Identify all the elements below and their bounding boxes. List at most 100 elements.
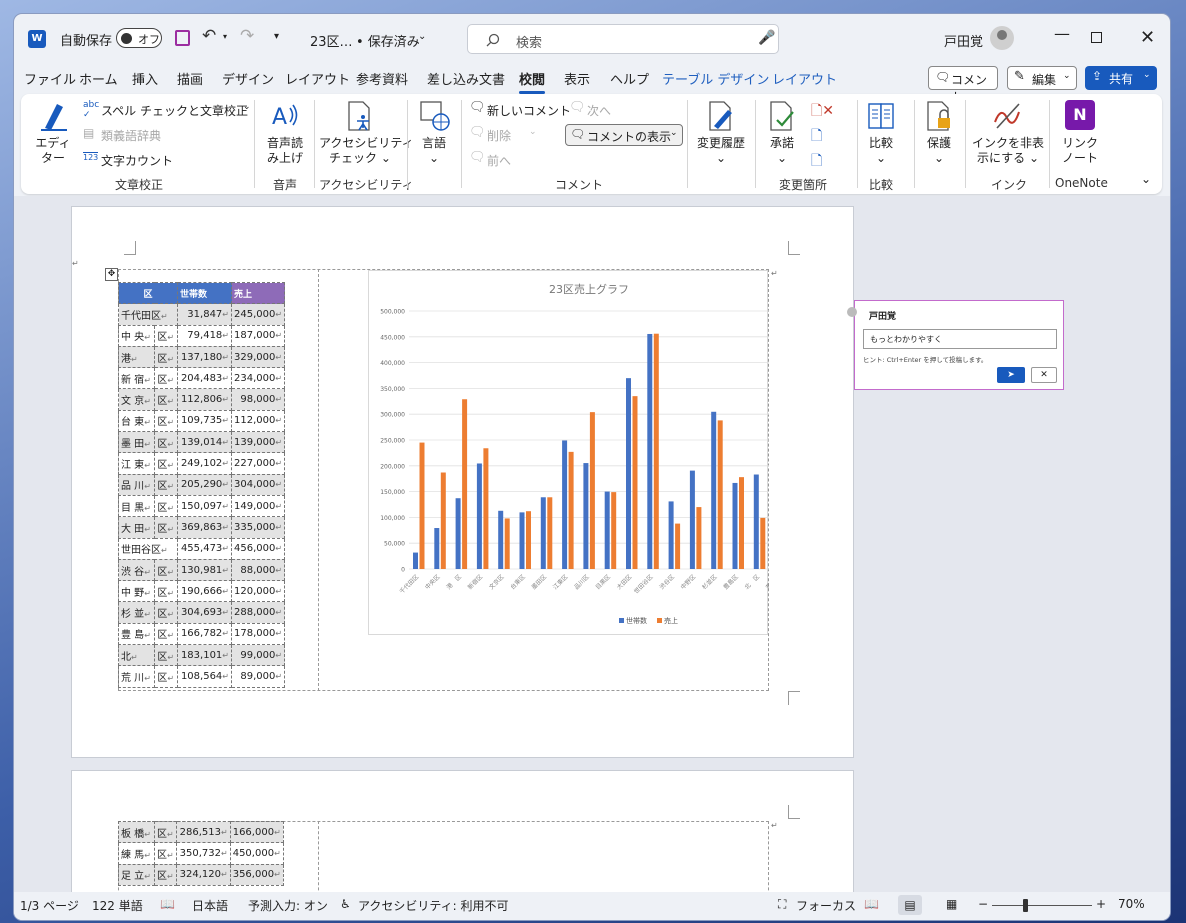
accept-button[interactable]: 承諾 ⌄ bbox=[761, 100, 803, 170]
table-cell[interactable]: 450,000↵ bbox=[229, 842, 284, 865]
focus-mode[interactable]: フォーカス bbox=[796, 897, 856, 914]
table-cell[interactable]: 区↵ bbox=[154, 452, 178, 475]
table-cell[interactable]: 166,000↵ bbox=[229, 820, 284, 844]
focus-icon[interactable]: ⛶ bbox=[778, 897, 786, 912]
customize-qat-icon[interactable]: ▾ bbox=[274, 31, 279, 42]
header-district[interactable]: 区 bbox=[118, 281, 178, 305]
new-comment-button[interactable]: 🗨 新しいコメント bbox=[469, 100, 571, 120]
hide-ink-button[interactable]: インクを非表 示にする ⌄ bbox=[971, 100, 1045, 170]
tab-insert[interactable]: 挿入 bbox=[132, 69, 158, 88]
editor-button[interactable]: エディ ター bbox=[31, 100, 75, 170]
table-cell[interactable]: 練 馬↵ bbox=[118, 842, 155, 865]
text-prediction-status[interactable]: 予測入力: オン bbox=[248, 897, 328, 914]
table-cell[interactable]: 234,000↵ bbox=[230, 367, 286, 390]
accessibility-status-icon[interactable]: ♿ bbox=[340, 897, 351, 911]
table-cell[interactable]: 北↵ bbox=[117, 644, 156, 667]
delete-comment-button[interactable]: 🗨 削除 ⌄ bbox=[469, 125, 549, 145]
table-cell[interactable]: 足 立↵ bbox=[118, 863, 155, 886]
table-cell[interactable]: 荒 川↵ bbox=[117, 665, 156, 688]
table-cell[interactable]: 112,806↵ bbox=[177, 388, 232, 411]
table-cell[interactable]: 豊 島↵ bbox=[117, 622, 156, 646]
table-cell[interactable]: 大 田↵ bbox=[117, 516, 156, 539]
table-cell[interactable]: 187,000↵ bbox=[230, 324, 286, 347]
save-state[interactable]: • 保存済み bbox=[356, 31, 420, 50]
table-cell[interactable]: 455,473↵ bbox=[177, 537, 232, 560]
next-comment-button[interactable]: 🗨 次へ bbox=[569, 100, 629, 120]
table-cell[interactable]: 中 野↵ bbox=[117, 580, 156, 603]
protect-button[interactable]: 保護 ⌄ bbox=[919, 100, 959, 170]
avatar[interactable] bbox=[990, 26, 1014, 50]
save-icon[interactable] bbox=[175, 30, 190, 46]
user-name[interactable]: 戸田覚 bbox=[944, 31, 983, 50]
table-cell[interactable]: 杉 並↵ bbox=[117, 601, 156, 624]
table-cell[interactable]: 79,418↵ bbox=[177, 324, 232, 347]
table-cell[interactable]: 150,097↵ bbox=[177, 494, 232, 518]
table-cell[interactable]: 区↵ bbox=[154, 863, 177, 886]
table-cell[interactable]: 区↵ bbox=[154, 473, 178, 496]
table-cell[interactable]: 89,000↵ bbox=[230, 665, 286, 688]
table-cell[interactable]: 183,101↵ bbox=[177, 644, 232, 667]
table-cell[interactable]: 台 東↵ bbox=[117, 409, 156, 433]
table-cell[interactable]: 区↵ bbox=[154, 558, 178, 582]
zoom-level[interactable]: 70% bbox=[1118, 897, 1145, 911]
table-cell[interactable]: 区↵ bbox=[154, 388, 178, 411]
next-change-icon[interactable]: 🗋 bbox=[811, 150, 822, 174]
table-cell[interactable]: 31,847↵ bbox=[177, 303, 232, 326]
table-cell[interactable]: 286,513↵ bbox=[175, 820, 231, 844]
table-cell[interactable]: 区↵ bbox=[154, 820, 177, 844]
accessibility-check-button[interactable]: アクセシビリティ チェック ⌄ bbox=[319, 100, 414, 170]
table-cell[interactable]: 世田谷区↵ bbox=[118, 537, 178, 560]
search-box[interactable]: 検索 🎤 bbox=[467, 24, 779, 54]
table-cell[interactable]: 千代田区↵ bbox=[118, 303, 178, 326]
post-comment-button[interactable]: ➤ bbox=[997, 367, 1025, 383]
table-cell[interactable]: 区↵ bbox=[154, 516, 178, 539]
table-cell[interactable]: 港↵ bbox=[117, 345, 156, 369]
table-cell[interactable]: 335,000↵ bbox=[230, 516, 286, 539]
tab-table-layout[interactable]: レイアウト bbox=[772, 69, 837, 88]
previous-change-icon[interactable]: 🗋 bbox=[811, 125, 822, 149]
table-cell[interactable]: 区↵ bbox=[154, 324, 178, 347]
tab-mailings[interactable]: 差し込み文書 bbox=[427, 69, 505, 88]
table-cell[interactable]: 区↵ bbox=[154, 431, 178, 454]
table-cell[interactable]: 205,290↵ bbox=[177, 473, 232, 496]
editing-button[interactable]: ✎ 編集 ⌄ bbox=[1007, 66, 1077, 90]
header-households[interactable]: 世帯数 bbox=[177, 281, 232, 305]
table-cell[interactable]: 渋 谷↵ bbox=[117, 558, 156, 582]
table-cell[interactable]: 区↵ bbox=[154, 494, 178, 518]
table-cell[interactable]: 304,000↵ bbox=[230, 473, 286, 496]
tab-layout[interactable]: レイアウト bbox=[285, 69, 350, 88]
table-cell[interactable]: 108,564↵ bbox=[177, 665, 232, 688]
web-layout-icon[interactable]: ▦ bbox=[946, 897, 957, 911]
table-cell[interactable]: 227,000↵ bbox=[230, 452, 286, 475]
table-cell[interactable]: 166,782↵ bbox=[177, 622, 232, 646]
word-count[interactable]: 122 単語 bbox=[92, 897, 143, 914]
table-cell[interactable]: 区↵ bbox=[154, 665, 178, 688]
ribbon-collapse-icon[interactable]: ⌄ bbox=[1141, 172, 1151, 186]
zoom-in-icon[interactable]: + bbox=[1096, 897, 1106, 911]
table-cell[interactable]: 288,000↵ bbox=[230, 601, 286, 624]
tab-design[interactable]: デザイン bbox=[222, 69, 274, 88]
word-count-button[interactable]: 123 文字カウント bbox=[83, 150, 183, 170]
table-cell[interactable]: 墨 田↵ bbox=[117, 431, 156, 454]
table-cell[interactable]: 350,732↵ bbox=[175, 842, 231, 865]
microphone-icon[interactable]: 🎤 bbox=[758, 30, 775, 46]
table-move-handle[interactable]: ✥ bbox=[105, 268, 118, 281]
table-cell[interactable]: 99,000↵ bbox=[230, 644, 286, 667]
table-cell[interactable]: 190,666↵ bbox=[177, 580, 232, 603]
table-cell[interactable]: 文 京↵ bbox=[117, 388, 156, 411]
table-cell[interactable]: 板 橋↵ bbox=[118, 820, 155, 844]
tab-review[interactable]: 校閲 bbox=[519, 69, 546, 94]
share-button[interactable]: ⇪ 共有 ⌄ bbox=[1085, 66, 1157, 90]
accessibility-status[interactable]: アクセシビリティ: 利用不可 bbox=[358, 897, 509, 914]
table-cell[interactable]: 112,000↵ bbox=[230, 409, 286, 433]
show-comments-button[interactable]: 🗨 コメントの表示 ⌄ bbox=[565, 124, 683, 146]
tab-table-design[interactable]: テーブル デザイン bbox=[662, 69, 769, 88]
comment-input[interactable]: もっとわかりやすく bbox=[863, 329, 1057, 349]
maximize-icon[interactable] bbox=[1091, 32, 1102, 43]
table-cell[interactable]: 109,735↵ bbox=[177, 409, 232, 433]
table-cell[interactable]: 304,693↵ bbox=[177, 601, 232, 624]
redo-icon[interactable]: ↷ bbox=[240, 26, 254, 46]
table-cell[interactable]: 369,863↵ bbox=[177, 516, 232, 539]
language-button[interactable]: 言語 ⌄ bbox=[413, 100, 455, 170]
track-changes-button[interactable]: 変更履歴 ⌄ bbox=[693, 100, 749, 170]
